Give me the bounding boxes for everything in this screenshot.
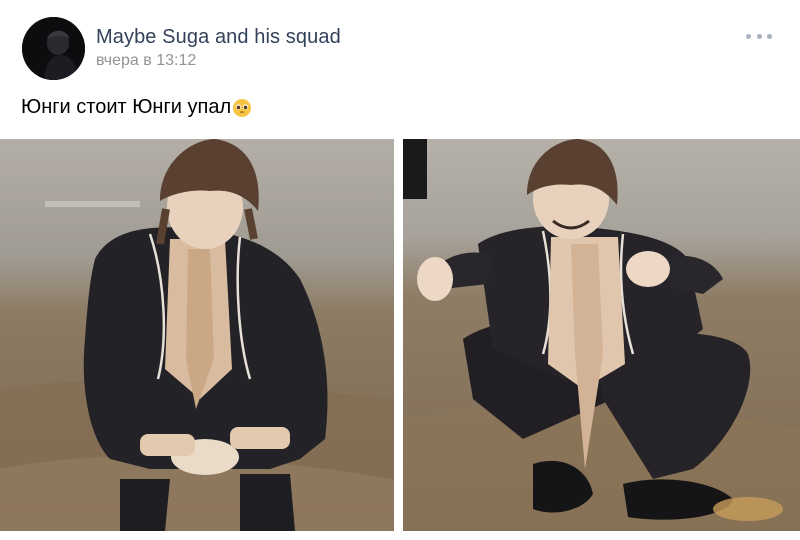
author-avatar[interactable] — [22, 17, 85, 80]
post-text-content: Юнги стоит Юнги упал — [21, 96, 232, 118]
author-name[interactable]: Maybe Suga and his squad — [96, 26, 341, 49]
dot — [756, 33, 762, 39]
post-photo-2[interactable] — [403, 139, 800, 531]
wall-post: Maybe Suga and his squad вчера в 13:12 Ю… — [0, 0, 800, 540]
more-options-icon[interactable] — [746, 26, 772, 46]
post-photo-1[interactable] — [0, 139, 394, 531]
post-timestamp[interactable]: вчера в 13:12 — [96, 52, 196, 70]
post-header: Maybe Suga and his squad вчера в 13:12 — [0, 0, 800, 90]
pleading-face-emoji-icon — [232, 98, 252, 118]
dot — [746, 33, 751, 39]
post-text: Юнги стоит Юнги упал — [21, 96, 252, 119]
dot — [767, 33, 772, 39]
